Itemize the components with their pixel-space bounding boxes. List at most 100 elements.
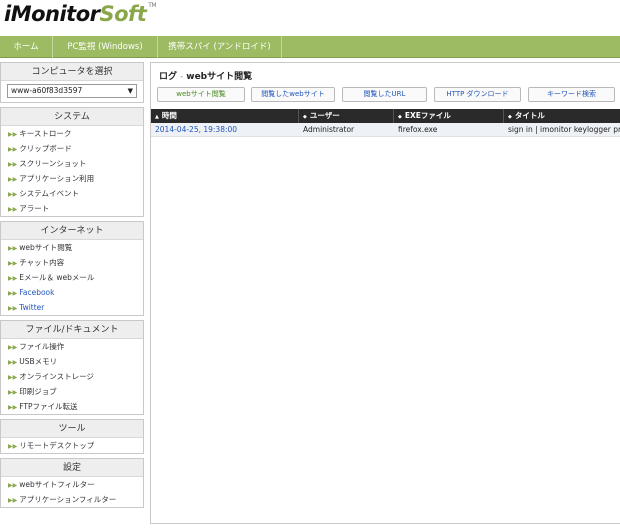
files-box: ファイル/ドキュメント ▶▶ ファイル操作 ▶▶ USBメモリ ▶▶ オンラインストレ… [0,320,144,415]
sidebar-item-label: オンラインストレージ [19,372,94,381]
sidebar: コンピュータを選択 www-a60f83d3597 ▼ システム ▶▶ キーストロ… [0,62,146,512]
breadcrumb-separator: - [180,72,184,82]
internet-box: インターネット ▶▶ webサイト閲覧 ▶▶ チャット内容 ▶▶ Eメール＆ webメ… [0,221,144,316]
sidebar-item-chat[interactable]: ▶▶ チャット内容 [1,255,143,270]
double-arrow-icon: ▶▶ [8,404,18,411]
sidebar-item-label: チャット内容 [19,258,65,267]
trademark-mark: TM [148,2,157,9]
sort-icon: ◆ [508,114,512,120]
double-arrow-icon: ▶▶ [8,191,18,198]
double-arrow-icon: ▶▶ [8,131,18,138]
settings-box: 設定 ▶▶ webサイトフィルター ▶▶ アプリケーションフィルター [0,458,144,508]
table-header: ▲ 時間 ◆ ユーザー ◆ EXEファイル ◆ タイトル [151,109,620,123]
sidebar-item-app-usage[interactable]: ▶▶ アプリケーション利用 [1,171,143,186]
tools-title: ツール [1,420,143,438]
cell-user: Administrator [303,125,355,134]
double-arrow-icon: ▶▶ [8,443,18,450]
tab-visited-urls[interactable]: 閲覧したURL [342,87,427,102]
double-arrow-icon: ▶▶ [8,176,18,183]
logo-accent-text: Soft [99,2,147,26]
sidebar-item-label: webサイト閲覧 [19,243,73,252]
cell-exe: firefox.exe [398,125,438,134]
sidebar-item-label: ファイル操作 [19,342,65,351]
sidebar-item-twitter[interactable]: ▶▶ Twitter [1,300,143,315]
double-arrow-icon: ▶▶ [8,359,18,366]
sidebar-item-app-filter[interactable]: ▶▶ アプリケーションフィルター [1,492,143,507]
sidebar-item-alert[interactable]: ▶▶ アラート [1,201,143,216]
sidebar-item-label: USBメモリ [19,357,58,366]
system-box: システム ▶▶ キーストローク ▶▶ クリップボード ▶▶ スクリーンショット ▶▶ ア… [0,107,144,217]
nav-home[interactable]: ホーム [0,36,53,58]
sidebar-item-website-filter[interactable]: ▶▶ webサイトフィルター [1,477,143,492]
sidebar-item-email[interactable]: ▶▶ Eメール＆ webメール [1,270,143,285]
sort-icon: ◆ [398,114,402,120]
cell-title: sign in | imonitor keylogger pro and [508,125,620,134]
sidebar-item-ftp[interactable]: ▶▶ FTPファイル転送 [1,399,143,414]
sidebar-item-label: リモートデスクトップ [19,441,95,450]
tab-keyword-search[interactable]: キーワード検索 [528,87,615,102]
computer-select[interactable]: www-a60f83d3597 ▼ [7,84,137,98]
sidebar-item-label: クリップボード [19,144,72,153]
system-title: システム [1,108,143,126]
settings-title: 設定 [1,459,143,477]
column-header-title[interactable]: ◆ タイトル [504,109,620,123]
double-arrow-icon: ▶▶ [8,482,18,489]
sidebar-item-label: Facebook [19,288,55,297]
sort-up-icon: ▲ [155,114,159,120]
main-panel: ログ - webサイト閲覧 webサイト閲覧 閲覧したwebサイト 閲覧したURL … [150,62,620,524]
logo[interactable]: iMonitorSoft TM [4,2,157,26]
header: iMonitorSoft TM [0,0,620,36]
tab-http-downloads[interactable]: HTTP ダウンロード [434,87,521,102]
double-arrow-icon: ▶▶ [8,146,18,153]
sidebar-item-web-browsing[interactable]: ▶▶ webサイト閲覧 [1,240,143,255]
tools-box: ツール ▶▶ リモートデスクトップ [0,419,144,454]
double-arrow-icon: ▶▶ [8,344,18,351]
sidebar-item-screenshot[interactable]: ▶▶ スクリーンショット [1,156,143,171]
sidebar-item-keystroke[interactable]: ▶▶ キーストローク [1,126,143,141]
top-nav: ホーム PC監視 (Windows) 携帯スパイ (アンドロイド) [0,36,620,58]
sidebar-item-clipboard[interactable]: ▶▶ クリップボード [1,141,143,156]
sidebar-item-label: キーストローク [19,129,72,138]
nav-mobile-spy[interactable]: 携帯スパイ (アンドロイド) [158,36,282,58]
sidebar-item-label: アプリケーションフィルター [19,495,117,504]
double-arrow-icon: ▶▶ [8,260,18,267]
sidebar-item-label: 印刷ジョブ [19,387,57,396]
nav-pc-monitor[interactable]: PC監視 (Windows) [53,36,158,58]
sidebar-item-file-ops[interactable]: ▶▶ ファイル操作 [1,339,143,354]
double-arrow-icon: ▶▶ [8,305,18,312]
tab-visited-websites[interactable]: 閲覧したwebサイト [251,87,335,102]
sidebar-item-label: アプリケーション利用 [19,174,95,183]
double-arrow-icon: ▶▶ [8,245,18,252]
logo-main-text: iMonitor [4,2,100,26]
double-arrow-icon: ▶▶ [8,206,18,213]
sidebar-item-label: webサイトフィルター [19,480,95,489]
tab-web-browsing[interactable]: webサイト閲覧 [157,87,245,102]
sidebar-item-online-storage[interactable]: ▶▶ オンラインストレージ [1,369,143,384]
computer-select-value: www-a60f83d3597 [11,86,83,95]
computer-select-title: コンピュータを選択 [1,63,143,81]
column-header-user[interactable]: ◆ ユーザー [299,109,394,123]
sidebar-item-label: Eメール＆ webメール [19,273,95,282]
sidebar-item-remote-desktop[interactable]: ▶▶ リモートデスクトップ [1,438,143,453]
internet-title: インターネット [1,222,143,240]
column-header-label: EXEファイル [404,111,451,120]
double-arrow-icon: ▶▶ [8,374,18,381]
column-header-label: 時間 [161,111,177,120]
cell-time[interactable]: 2014-04-25, 19:38:00 [151,123,299,137]
sidebar-item-system-event[interactable]: ▶▶ システムイベント [1,186,143,201]
double-arrow-icon: ▶▶ [8,161,18,168]
column-header-exe[interactable]: ◆ EXEファイル [394,109,504,123]
column-header-label: タイトル [514,111,545,120]
files-title: ファイル/ドキュメント [1,321,143,339]
chevron-down-icon: ▼ [127,87,133,95]
column-header-time[interactable]: ▲ 時間 [151,109,299,123]
table-row[interactable]: 2014-04-25, 19:38:00 Administrator firef… [151,123,620,137]
breadcrumb-page: webサイト閲覧 [186,72,253,82]
sidebar-item-usb[interactable]: ▶▶ USBメモリ [1,354,143,369]
breadcrumb-section[interactable]: ログ [159,72,177,82]
computer-select-box: コンピュータを選択 www-a60f83d3597 ▼ [0,62,144,103]
sidebar-item-facebook[interactable]: ▶▶ Facebook [1,285,143,300]
sidebar-item-label: FTPファイル転送 [19,402,78,411]
log-table: ▲ 時間 ◆ ユーザー ◆ EXEファイル ◆ タイトル 2014-04-25, 19:… [151,109,620,137]
sidebar-item-print-jobs[interactable]: ▶▶ 印刷ジョブ [1,384,143,399]
